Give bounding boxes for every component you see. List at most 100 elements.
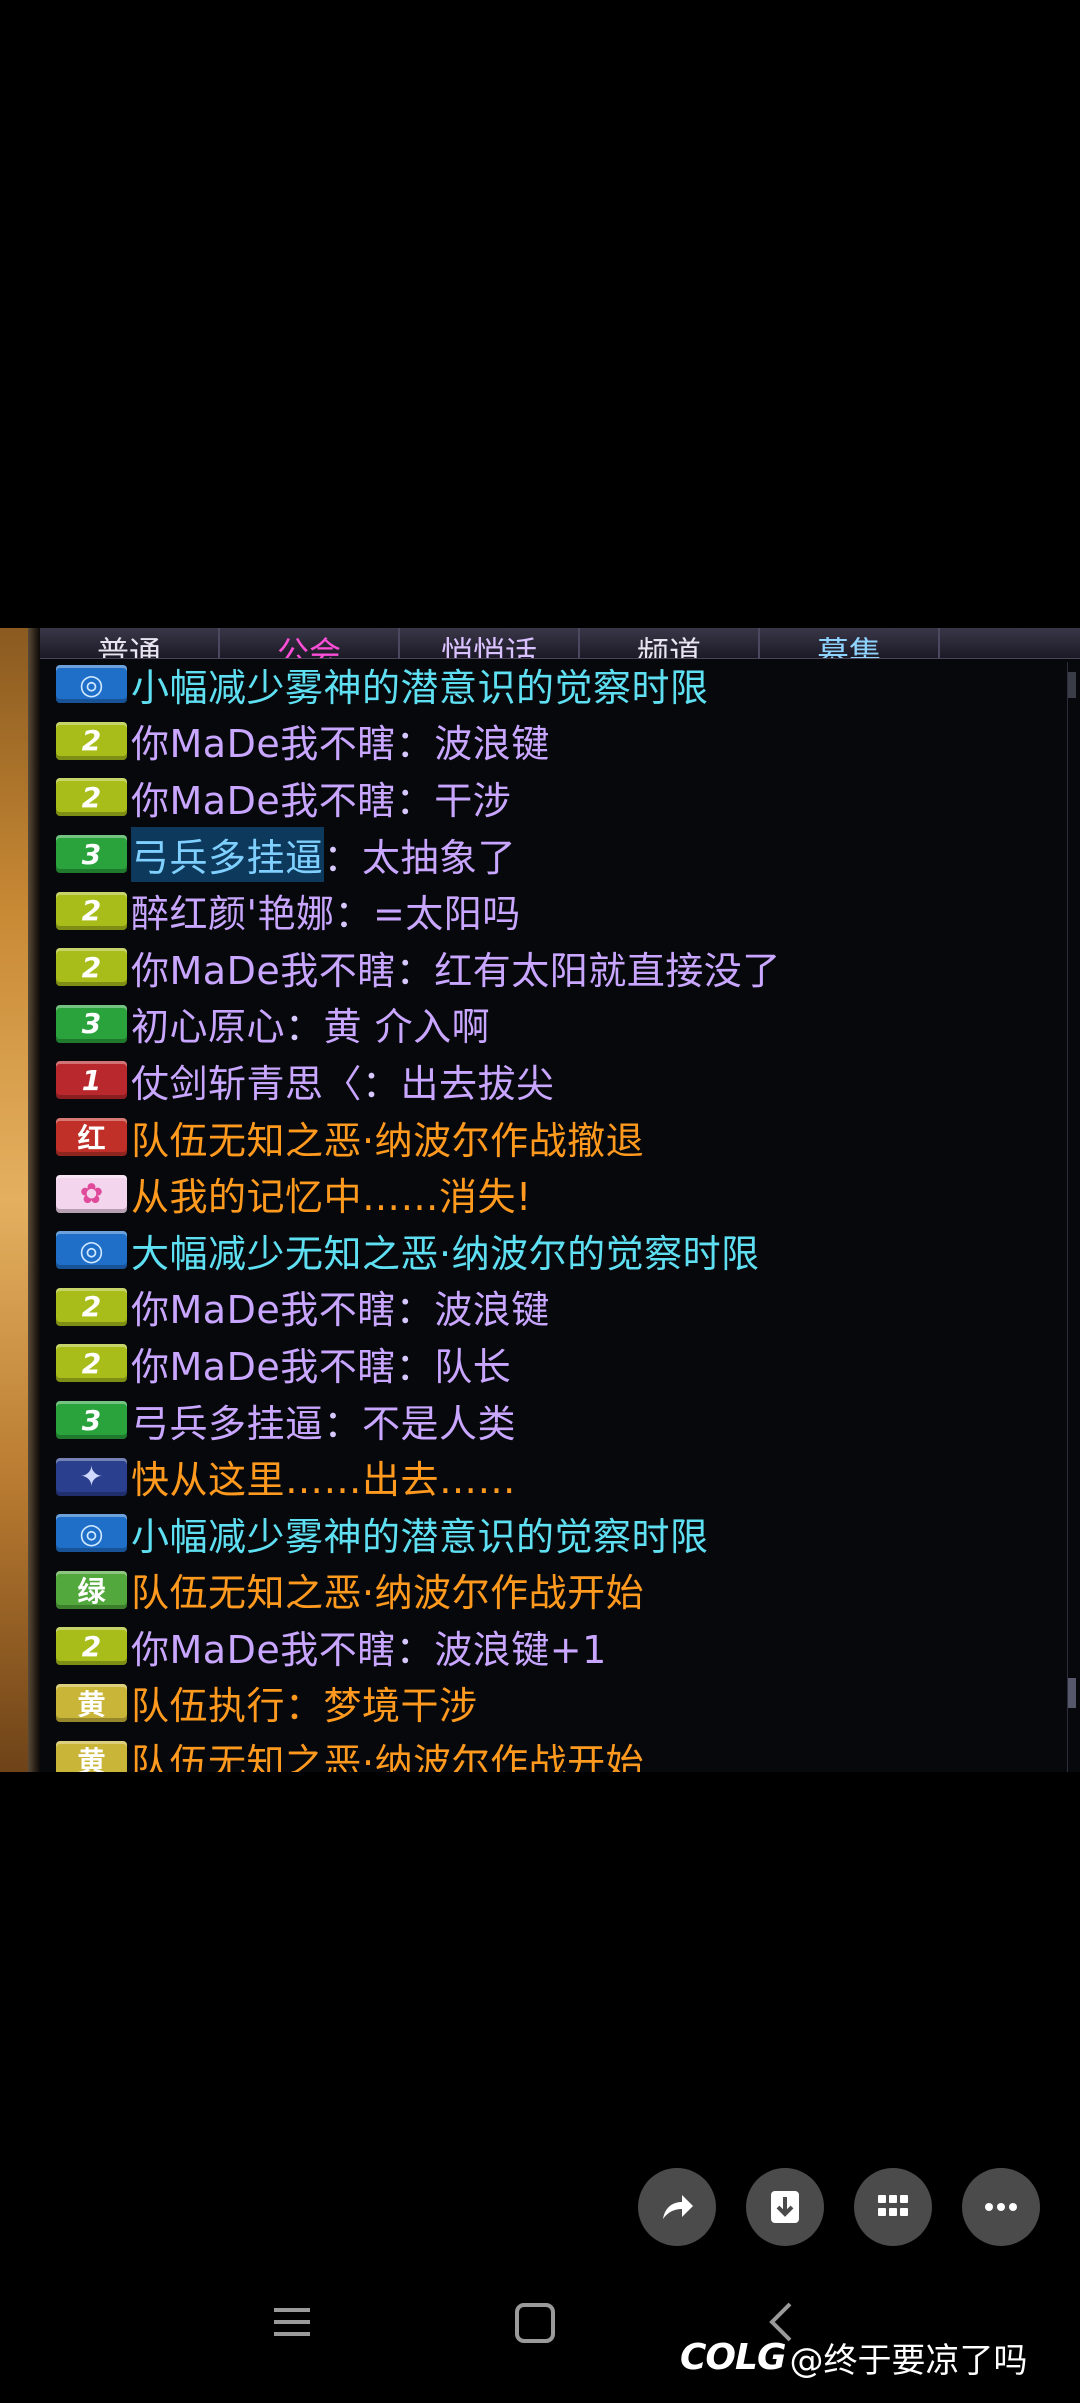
chat-message-text: 小幅减少雾神的潜意识的觉察时限	[131, 665, 709, 710]
chat-message-text: 队长	[434, 1344, 512, 1389]
level-badge-icon: 2	[56, 1627, 127, 1666]
chat-message: 黄队伍无知之恶·纳波尔作战开始	[56, 1731, 1056, 1772]
chat-sender-name[interactable]: 醉红颜'艳娜	[131, 883, 334, 938]
nav-menu-button[interactable]	[270, 2300, 314, 2348]
watermark: COLG @终于要凉了吗	[680, 2332, 1028, 2382]
share-button[interactable]	[638, 2168, 716, 2246]
chat-message-text: 波浪键	[434, 1288, 550, 1333]
system-notice-icon: ◎	[56, 1231, 127, 1270]
level-badge-icon: 2	[56, 721, 127, 760]
chat-message-text: 队伍无知之恶·纳波尔作战开始	[131, 1741, 645, 1772]
chat-type-badge-icon: ✦	[56, 1457, 127, 1496]
grid-icon	[878, 2195, 908, 2216]
chat-message-text: 小幅减少雾神的潜意识的觉察时限	[131, 1514, 709, 1559]
chat-type-badge-icon: 黄	[56, 1740, 127, 1772]
chat-message: 2 你MaDe我不瞎：队长	[56, 1335, 1056, 1392]
chat-separator: ：	[395, 1288, 435, 1333]
tab-whisper[interactable]: 悄悄话	[400, 628, 580, 658]
share-icon	[663, 2195, 693, 2219]
chat-sender-name[interactable]: 仗剑斩青思〈	[131, 1053, 362, 1108]
chat-separator: ：	[323, 1401, 363, 1446]
tab-recruit[interactable]: 募集	[760, 628, 940, 658]
chat-frame-border	[28, 628, 40, 1772]
chat-message-text: 干涉	[434, 778, 512, 823]
chat-message: 绿队伍无知之恶·纳波尔作战开始	[56, 1562, 1056, 1619]
chat-message-text: 波浪键	[434, 722, 550, 767]
chat-message-text: =太阳吗	[372, 892, 521, 937]
more-button[interactable]	[962, 2168, 1040, 2246]
scroll-up-arrow[interactable]	[1068, 672, 1076, 698]
chat-message-text: 队伍无知之恶·纳波尔作战撤退	[131, 1118, 645, 1163]
chat-sender-name[interactable]: 初心原心	[131, 996, 285, 1051]
chat-separator: ：	[395, 778, 435, 823]
chat-separator: ：	[362, 1061, 401, 1106]
chat-message: 3 初心原心：黄 介入啊	[56, 996, 1056, 1053]
chat-sender-name[interactable]: 你MaDe我不瞎	[131, 713, 396, 768]
chat-message-text: 黄 介入啊	[323, 1005, 491, 1050]
level-badge-icon: 3	[56, 835, 127, 874]
chat-message: 2 醉红颜'艳娜： =太阳吗	[56, 882, 1056, 939]
chat-message: 1 仗剑斩青思〈：出去拔尖	[56, 1052, 1056, 1109]
chat-separator: ：	[395, 1627, 435, 1672]
download-icon	[771, 2191, 799, 2223]
chat-message: 2 你MaDe我不瞎：波浪键	[56, 713, 1056, 770]
chat-type-badge-icon: ✿	[56, 1174, 127, 1213]
chat-tab-bar: 普通 公会 悄悄话 频道 募集	[40, 628, 1080, 659]
chat-message: 2 你MaDe我不瞎：波浪键+1	[56, 1618, 1056, 1675]
chat-type-badge-icon: 黄	[56, 1683, 127, 1722]
chat-type-badge-icon: 红	[56, 1118, 127, 1157]
chat-separator: ：	[395, 722, 435, 767]
tab-channel[interactable]: 频道	[580, 628, 760, 658]
chat-message-text: 队伍无知之恶·纳波尔作战开始	[131, 1571, 645, 1616]
level-badge-icon: 2	[56, 1344, 127, 1383]
scroll-thumb[interactable]	[1068, 1678, 1076, 1708]
chat-sender-name[interactable]: 你MaDe我不瞎	[131, 770, 396, 825]
chat-message-text: 波浪键+1	[434, 1627, 607, 1672]
chat-message-text: 红有太阳就直接没了	[434, 948, 781, 993]
chat-message: ◎ 大幅减少无知之恶·纳波尔的觉察时限	[56, 1222, 1056, 1279]
chat-message-text: 从我的记忆中……消失!	[131, 1175, 532, 1220]
chat-message: ✿ 从我的记忆中……消失!	[56, 1165, 1056, 1222]
download-button[interactable]	[746, 2168, 824, 2246]
chat-message: 2 你MaDe我不瞎：红有太阳就直接没了	[56, 939, 1056, 996]
chat-sender-name[interactable]: 弓兵多挂逼	[131, 826, 324, 882]
level-badge-icon: 2	[56, 948, 127, 987]
chat-separator: ：	[395, 1344, 435, 1389]
system-notice-icon: ◎	[56, 665, 127, 704]
tab-general[interactable]: 普通	[40, 628, 220, 658]
chat-message: 黄队伍执行：梦境干涉	[56, 1675, 1056, 1732]
chat-message: ◎ 小幅减少雾神的潜意识的觉察时限	[56, 1505, 1056, 1562]
chat-message-text: 队伍执行：梦境干涉	[131, 1684, 478, 1729]
grid-button[interactable]	[854, 2168, 932, 2246]
game-screenshot: 普通 公会 悄悄话 频道 募集 ◎ 小幅减少雾神的潜意识的觉察时限 2 你MaDe我不…	[0, 628, 1080, 1772]
chat-sender-name[interactable]: 弓兵多挂逼	[131, 1393, 324, 1448]
level-badge-icon: 2	[56, 891, 127, 930]
chat-separator: ：	[323, 835, 363, 880]
watermark-user: @终于要凉了吗	[789, 2340, 1028, 2381]
chat-message-text: 快从这里……出去……	[131, 1458, 517, 1503]
menu-icon	[274, 2308, 310, 2336]
more-icon	[985, 2203, 1017, 2211]
chat-separator: ：	[285, 1005, 324, 1050]
chat-message-text: 大幅减少无知之恶·纳波尔的觉察时限	[131, 1231, 760, 1276]
chat-sender-name[interactable]: 你MaDe我不瞎	[131, 1619, 396, 1674]
chat-scrollbar[interactable]	[1067, 662, 1078, 1772]
chat-message: 红队伍无知之恶·纳波尔作战撤退	[56, 1109, 1056, 1166]
level-badge-icon: 1	[56, 1061, 127, 1100]
chat-sender-name[interactable]: 你MaDe我不瞎	[131, 1336, 396, 1391]
chat-message: ◎ 小幅减少雾神的潜意识的觉察时限	[56, 656, 1056, 713]
tab-guild[interactable]: 公会	[220, 628, 400, 658]
chat-message: 2 你MaDe我不瞎：干涉	[56, 769, 1056, 826]
chat-log: ◎ 小幅减少雾神的潜意识的觉察时限 2 你MaDe我不瞎：波浪键 2 你MaDe我不瞎：干…	[56, 656, 1056, 1772]
chat-separator: ：	[334, 892, 373, 937]
character-art-edge	[0, 628, 28, 1772]
chat-message: ✦ 快从这里……出去……	[56, 1448, 1056, 1505]
level-badge-icon: 2	[56, 778, 127, 817]
chat-sender-name[interactable]: 你MaDe我不瞎	[131, 940, 396, 995]
level-badge-icon: 3	[56, 1401, 127, 1440]
home-icon	[515, 2303, 555, 2343]
nav-home-button[interactable]	[512, 2300, 558, 2350]
chat-message: 3 弓兵多挂逼：不是人类	[56, 1392, 1056, 1449]
chat-sender-name[interactable]: 你MaDe我不瞎	[131, 1279, 396, 1334]
level-badge-icon: 3	[56, 1004, 127, 1043]
